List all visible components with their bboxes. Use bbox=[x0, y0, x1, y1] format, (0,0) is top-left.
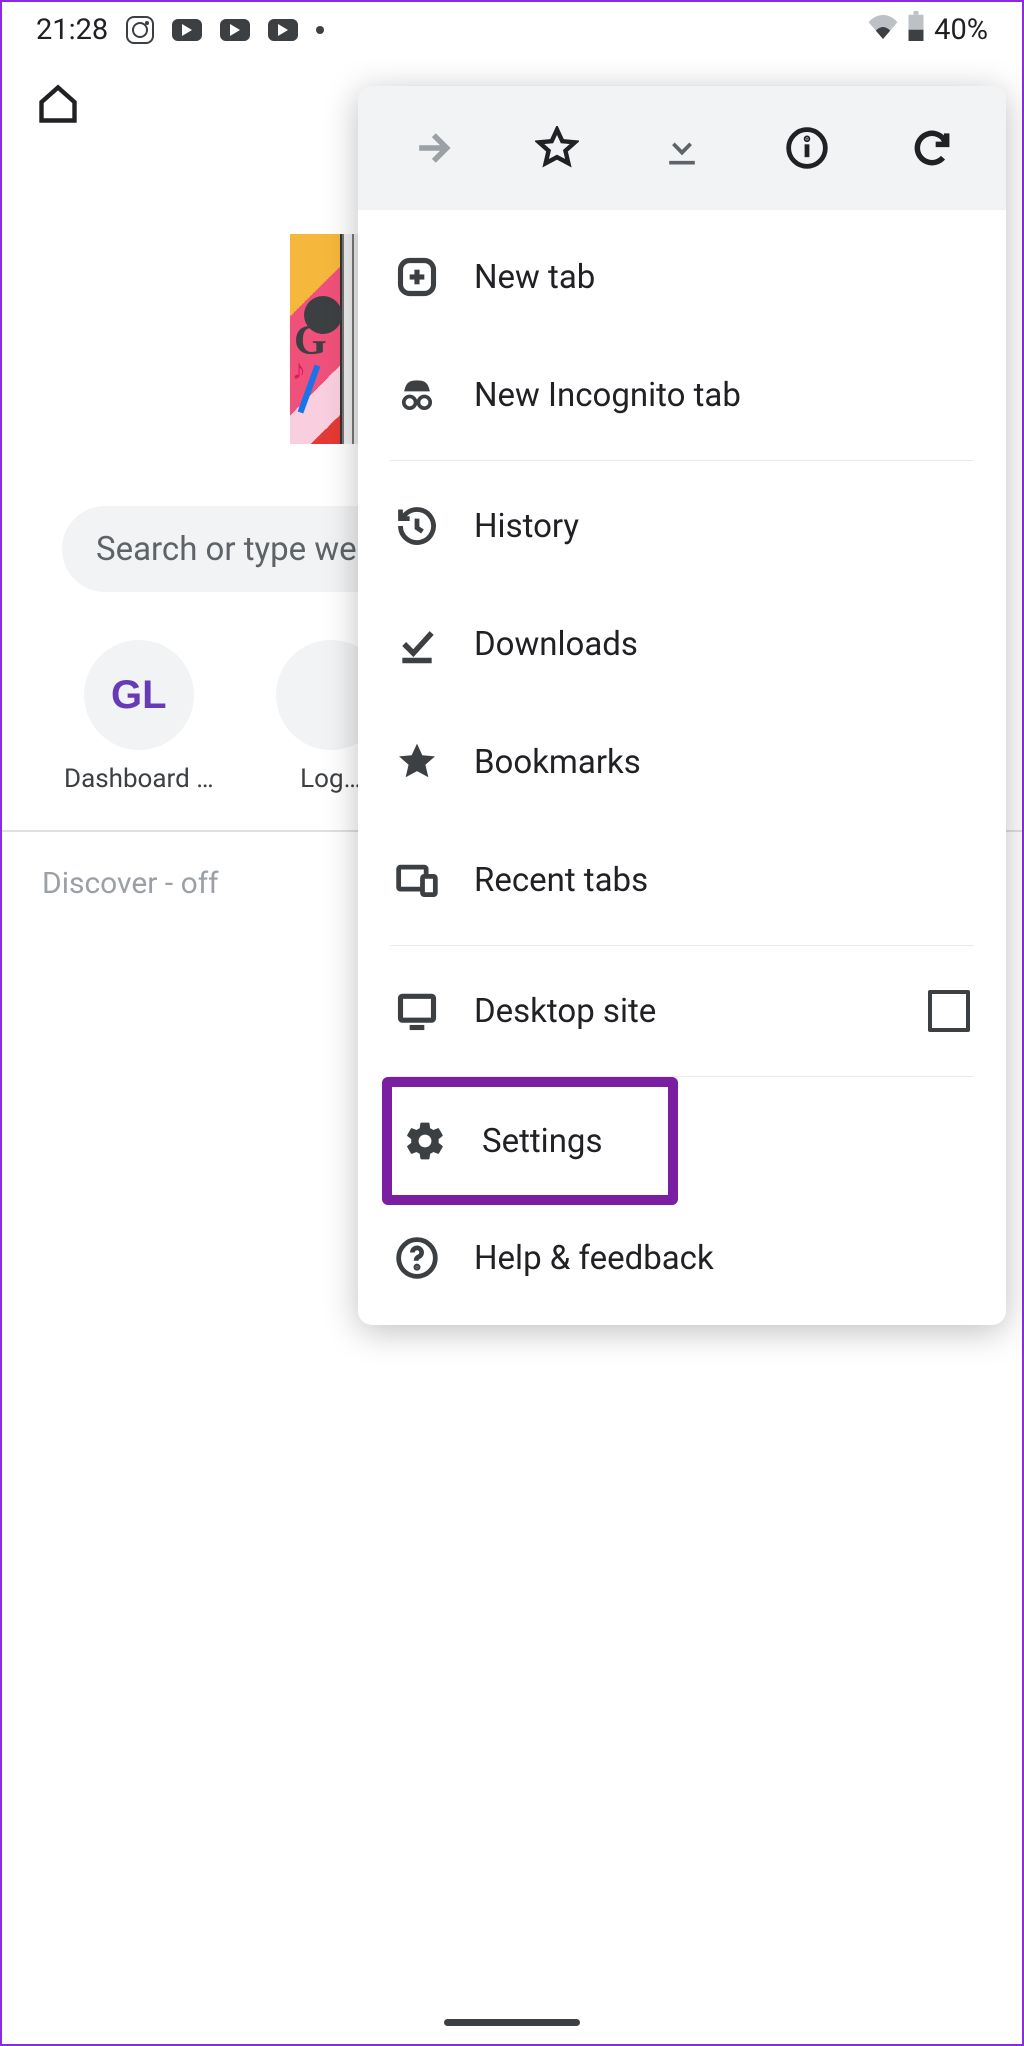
menu-separator bbox=[390, 460, 974, 461]
desktop-site-checkbox[interactable] bbox=[928, 990, 970, 1032]
download-done-icon bbox=[394, 621, 440, 667]
youtube-icon bbox=[268, 19, 298, 41]
menu-item-label: New tab bbox=[474, 258, 595, 297]
menu-item-label: Settings bbox=[482, 1122, 603, 1161]
home-button[interactable] bbox=[36, 82, 80, 126]
star-filled-icon bbox=[394, 739, 440, 785]
overflow-menu: New tab New Incognito tab History Downlo… bbox=[358, 86, 1006, 1325]
shortcut-label: Dashboard … bbox=[64, 764, 214, 794]
desktop-icon bbox=[394, 988, 440, 1034]
menu-item-label: Recent tabs bbox=[474, 861, 648, 900]
history-icon bbox=[394, 503, 440, 549]
menu-action-row bbox=[358, 86, 1006, 210]
incognito-icon bbox=[394, 372, 440, 418]
menu-separator bbox=[390, 945, 974, 946]
devices-icon bbox=[394, 857, 440, 903]
menu-item-label: Help & feedback bbox=[474, 1239, 714, 1278]
status-right: 40% bbox=[868, 11, 988, 49]
menu-item-label: History bbox=[474, 507, 579, 546]
menu-item-label: Bookmarks bbox=[474, 743, 641, 782]
battery-percent: 40% bbox=[934, 13, 988, 47]
menu-item-label: Desktop site bbox=[474, 992, 656, 1031]
page-info-button[interactable] bbox=[779, 120, 835, 176]
shortcut-favicon: GL bbox=[84, 640, 194, 750]
gear-icon bbox=[402, 1118, 448, 1164]
youtube-icon bbox=[220, 19, 250, 41]
notification-dot-icon bbox=[316, 26, 324, 34]
menu-item-desktop-site[interactable]: Desktop site bbox=[358, 952, 1006, 1070]
menu-item-downloads[interactable]: Downloads bbox=[358, 585, 1006, 703]
battery-icon bbox=[908, 11, 924, 49]
youtube-icon bbox=[172, 19, 202, 41]
instagram-icon bbox=[126, 16, 154, 44]
reload-button[interactable] bbox=[904, 120, 960, 176]
status-bar: 21:28 40% bbox=[2, 2, 1022, 58]
menu-item-history[interactable]: History bbox=[358, 467, 1006, 585]
plus-square-icon bbox=[394, 254, 440, 300]
menu-item-new-tab[interactable]: New tab bbox=[358, 218, 1006, 336]
menu-item-help[interactable]: Help & feedback bbox=[358, 1199, 1006, 1317]
status-left: 21:28 bbox=[36, 13, 324, 47]
download-button[interactable] bbox=[654, 120, 710, 176]
clock: 21:28 bbox=[36, 13, 108, 47]
menu-item-settings[interactable]: Settings bbox=[382, 1077, 678, 1205]
shortcut-tile[interactable]: GL Dashboard … bbox=[64, 640, 214, 794]
forward-button[interactable] bbox=[404, 120, 460, 176]
bookmark-star-button[interactable] bbox=[529, 120, 585, 176]
wifi-icon bbox=[868, 13, 898, 47]
shortcut-label: Log… bbox=[300, 764, 361, 794]
menu-item-recent-tabs[interactable]: Recent tabs bbox=[358, 821, 1006, 939]
menu-item-bookmarks[interactable]: Bookmarks bbox=[358, 703, 1006, 821]
menu-item-incognito[interactable]: New Incognito tab bbox=[358, 336, 1006, 454]
menu-item-label: New Incognito tab bbox=[474, 376, 741, 415]
menu-item-label: Downloads bbox=[474, 625, 638, 664]
nav-gesture-pill[interactable] bbox=[444, 2019, 580, 2026]
help-icon bbox=[394, 1235, 440, 1281]
